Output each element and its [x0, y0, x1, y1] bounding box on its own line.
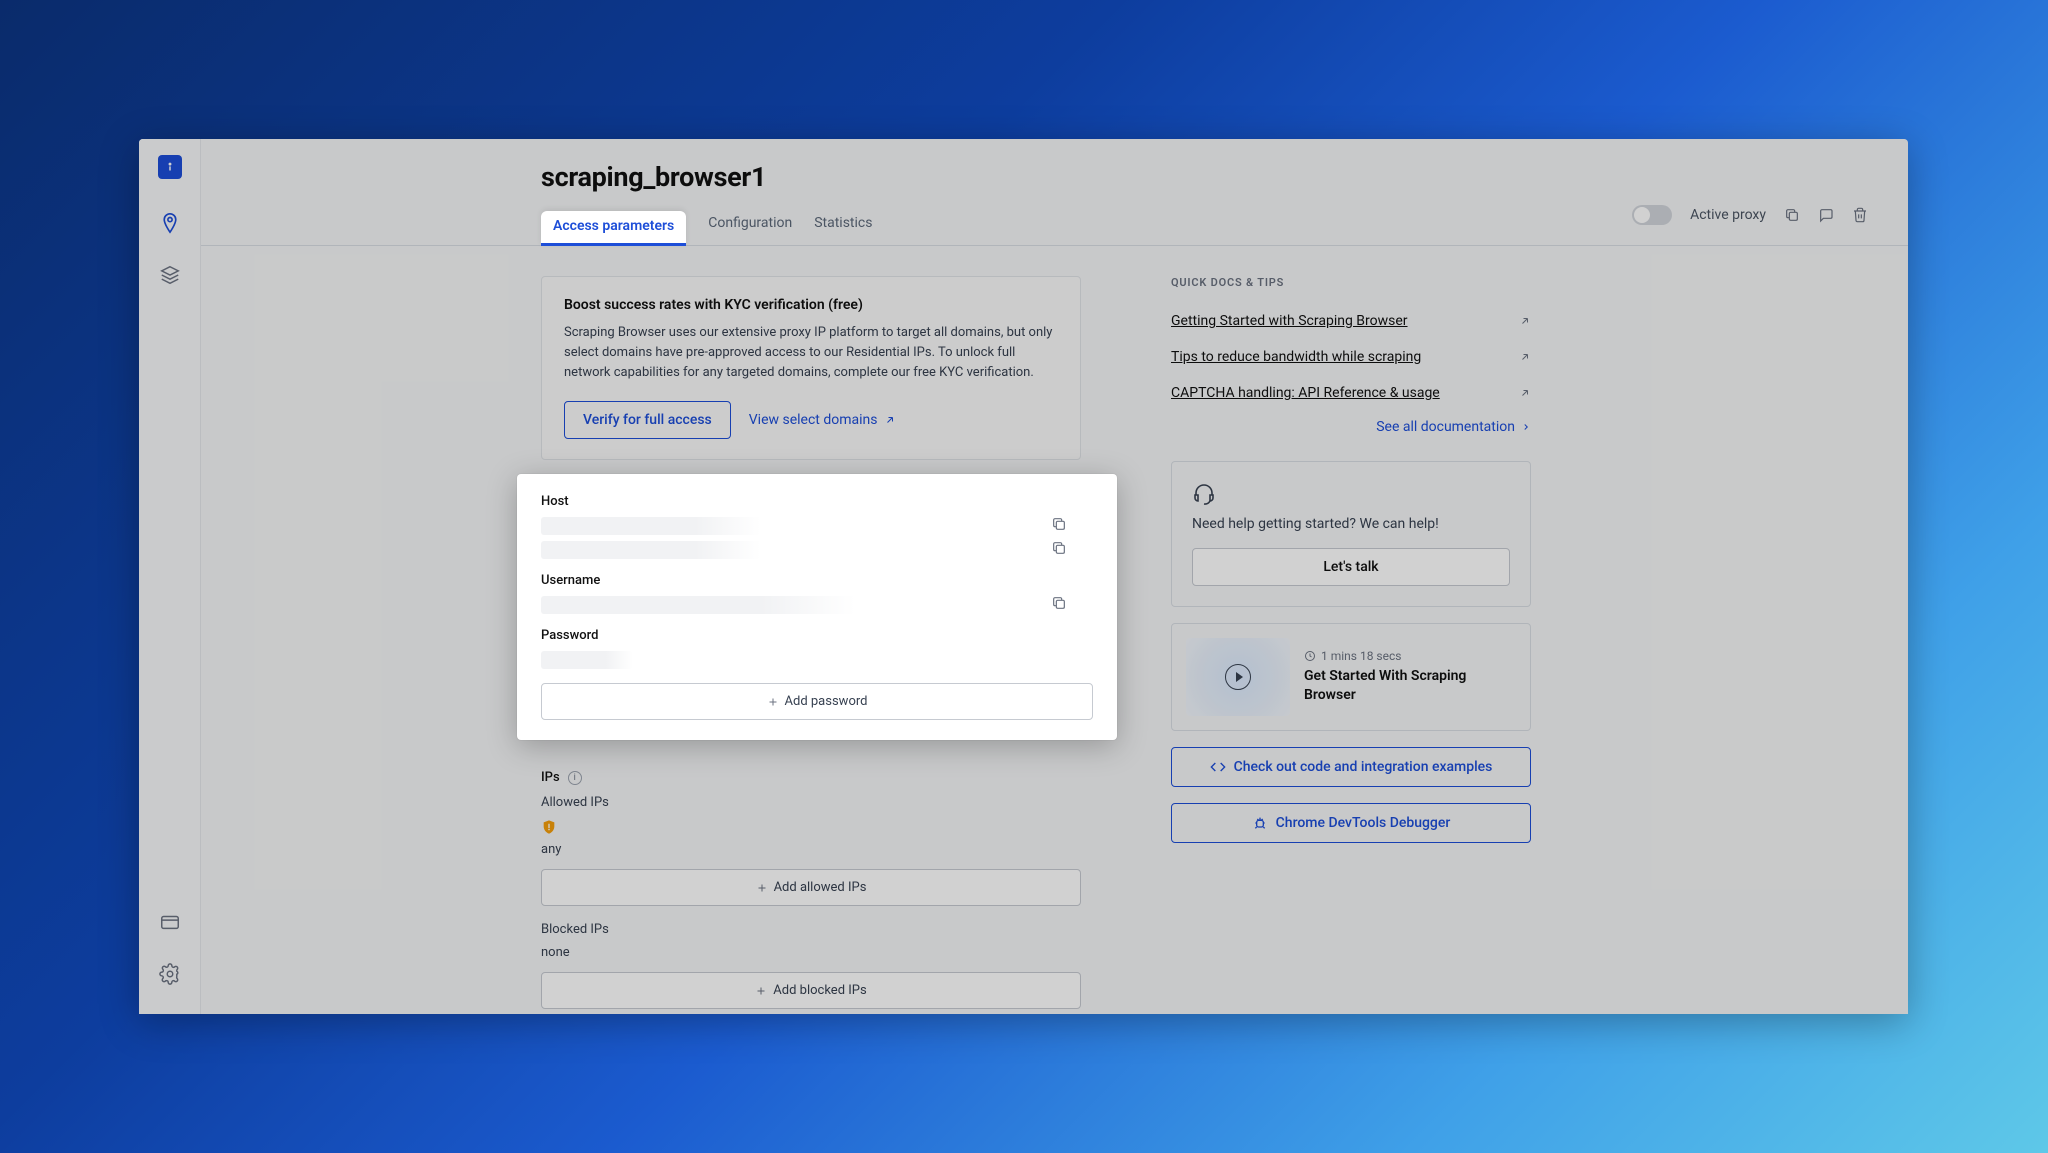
external-link-icon	[884, 414, 896, 426]
code-examples-button[interactable]: Check out code and integration examples	[1171, 747, 1531, 787]
app-window: scraping_browser1 Access parameters Conf…	[139, 139, 1908, 1014]
view-domains-link[interactable]: View select domains	[749, 412, 896, 428]
header: scraping_browser1 Access parameters Conf…	[201, 139, 1908, 246]
add-password-button[interactable]: Add password	[541, 683, 1093, 720]
devtools-label: Chrome DevTools Debugger	[1276, 815, 1451, 831]
code-examples-label: Check out code and integration examples	[1234, 759, 1493, 775]
main: scraping_browser1 Access parameters Conf…	[201, 139, 1908, 1014]
ips-section: IPs i Allowed IPs any Add allowed IPs Bl…	[541, 770, 1081, 1009]
sidebar-settings-icon[interactable]	[158, 962, 182, 986]
help-card: Need help getting started? We can help! …	[1171, 461, 1531, 607]
allowed-ips-label: Allowed IPs	[541, 795, 1081, 810]
doc-link-0[interactable]: Getting Started with Scraping Browser	[1171, 303, 1531, 339]
clock-icon	[1304, 650, 1316, 662]
right-column: QUICK DOCS & TIPS Getting Started with S…	[1171, 276, 1531, 1014]
plus-icon	[755, 985, 767, 997]
active-proxy-toggle[interactable]	[1632, 205, 1672, 225]
see-all-label: See all documentation	[1376, 419, 1515, 435]
lets-talk-button[interactable]: Let's talk	[1192, 548, 1510, 586]
password-label: Password	[541, 628, 1093, 643]
page-title: scraping_browser1	[541, 161, 1868, 193]
help-text: Need help getting started? We can help!	[1192, 516, 1510, 532]
external-link-icon	[1519, 315, 1531, 327]
blocked-ips-value: none	[541, 945, 1081, 960]
shield-icon	[541, 818, 557, 836]
sidebar-layers-icon[interactable]	[158, 263, 182, 287]
verify-button[interactable]: Verify for full access	[564, 401, 731, 439]
duplicate-icon[interactable]	[1784, 207, 1800, 223]
header-actions: Active proxy	[1632, 205, 1868, 225]
tab-access-parameters[interactable]: Access parameters	[541, 211, 686, 246]
allowed-ips-value: any	[541, 842, 1081, 857]
doc-link-1[interactable]: Tips to reduce bandwidth while scraping	[1171, 339, 1531, 375]
credentials-panel: Host Username	[517, 474, 1117, 740]
add-blocked-ips-label: Add blocked IPs	[773, 983, 866, 998]
copy-host-1-icon[interactable]	[1051, 516, 1067, 532]
docs-heading: QUICK DOCS & TIPS	[1171, 276, 1531, 289]
ips-heading: IPs	[541, 770, 560, 785]
headset-icon	[1192, 482, 1510, 506]
add-allowed-ips-button[interactable]: Add allowed IPs	[541, 869, 1081, 906]
doc-link-2-label: CAPTCHA handling: API Reference & usage	[1171, 385, 1440, 401]
username-value	[541, 596, 855, 614]
blocked-ips-label: Blocked IPs	[541, 922, 1081, 937]
username-label: Username	[541, 573, 1093, 588]
left-column: Boost success rates with KYC verificatio…	[541, 276, 1081, 1014]
sidebar-location-icon[interactable]	[158, 211, 182, 235]
chat-icon[interactable]	[1818, 207, 1834, 223]
kyc-banner: Boost success rates with KYC verificatio…	[541, 276, 1081, 460]
video-title: Get Started With Scraping Browser	[1304, 667, 1516, 705]
copy-username-icon[interactable]	[1051, 595, 1067, 611]
sidebar-info-icon[interactable]	[158, 155, 182, 179]
view-domains-label: View select domains	[749, 412, 878, 428]
doc-link-1-label: Tips to reduce bandwidth while scraping	[1171, 349, 1421, 365]
video-card[interactable]: 1 mins 18 secs Get Started With Scraping…	[1171, 623, 1531, 731]
video-duration: 1 mins 18 secs	[1304, 649, 1516, 663]
kyc-body: Scraping Browser uses our extensive prox…	[564, 323, 1058, 383]
external-link-icon	[1519, 351, 1531, 363]
add-blocked-ips-button[interactable]: Add blocked IPs	[541, 972, 1081, 1009]
host-label: Host	[541, 494, 1093, 509]
add-allowed-ips-label: Add allowed IPs	[774, 880, 867, 895]
info-icon[interactable]: i	[568, 771, 582, 785]
tab-statistics[interactable]: Statistics	[814, 215, 872, 241]
delete-icon[interactable]	[1852, 207, 1868, 223]
chevron-right-icon	[1521, 422, 1531, 432]
password-value	[541, 651, 633, 669]
tab-configuration[interactable]: Configuration	[708, 215, 792, 241]
plus-icon	[767, 696, 779, 708]
host-value-1	[541, 517, 761, 535]
content: Boost success rates with KYC verificatio…	[201, 246, 1908, 1014]
doc-link-2[interactable]: CAPTCHA handling: API Reference & usage	[1171, 375, 1531, 411]
copy-host-2-icon[interactable]	[1051, 540, 1067, 556]
sidebar	[139, 139, 201, 1014]
video-thumbnail	[1186, 638, 1290, 716]
doc-link-0-label: Getting Started with Scraping Browser	[1171, 313, 1408, 329]
add-password-label: Add password	[785, 694, 868, 709]
play-icon	[1225, 664, 1251, 690]
bug-icon	[1252, 815, 1268, 831]
kyc-title: Boost success rates with KYC verificatio…	[564, 297, 1058, 313]
code-icon	[1210, 759, 1226, 775]
see-all-docs-link[interactable]: See all documentation	[1171, 419, 1531, 435]
active-proxy-label: Active proxy	[1690, 207, 1766, 223]
external-link-icon	[1519, 387, 1531, 399]
host-value-2	[541, 541, 761, 559]
plus-icon	[756, 882, 768, 894]
devtools-button[interactable]: Chrome DevTools Debugger	[1171, 803, 1531, 843]
sidebar-billing-icon[interactable]	[158, 910, 182, 934]
